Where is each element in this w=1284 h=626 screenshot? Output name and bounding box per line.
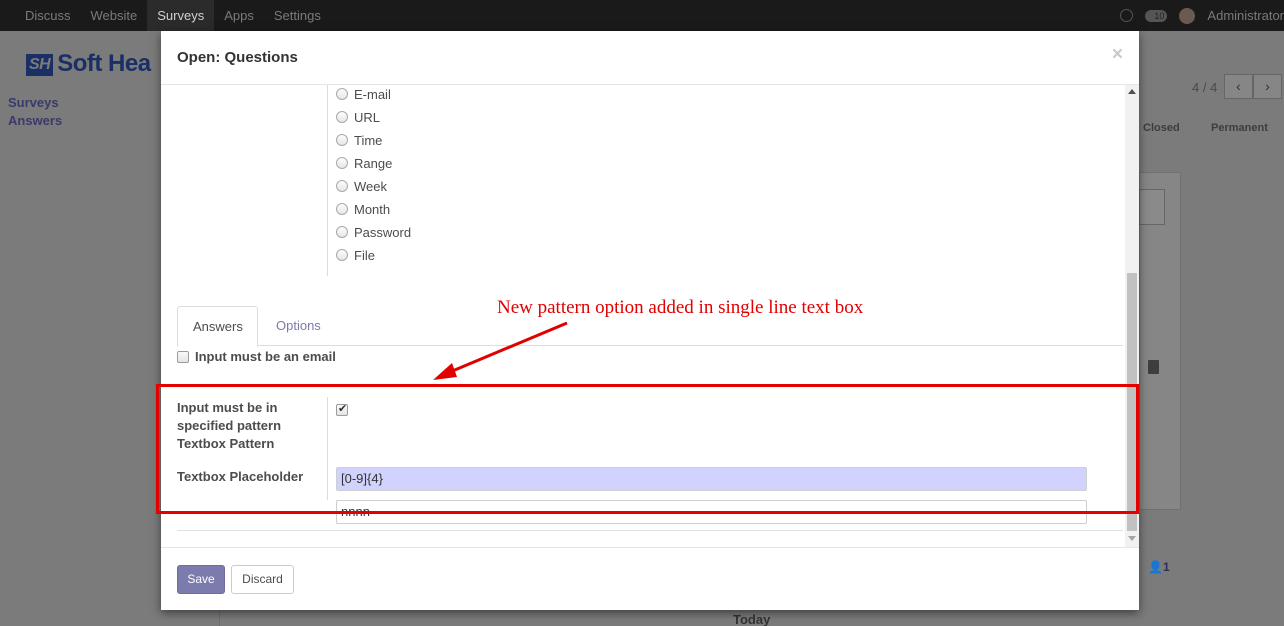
app-menu: Discuss Website Surveys Apps Settings [15,0,331,31]
top-navbar: Discuss Website Surveys Apps Settings 10… [0,0,1284,31]
status-permanent[interactable]: Permanent [1211,122,1268,134]
company-logo: SH Soft Hea [26,50,151,78]
radio-button[interactable] [336,88,348,100]
textbox-pattern-input[interactable]: [0-9]{4} [336,467,1087,491]
sidebar-menu: Surveys Answers [8,94,62,130]
pattern-checkbox-label: Input must be in specified pattern [177,400,282,433]
pattern-checkbox[interactable] [336,402,348,416]
logo-text: Soft Hea [57,50,151,77]
radio-label: Password [354,224,412,240]
follower-count[interactable]: 👤1 [1148,560,1170,574]
radio-option-month[interactable]: Month [336,200,390,218]
sidebar-item-answers[interactable]: Answers [8,112,62,130]
questions-dialog: Open: Questions × E-mail URL Time Range … [161,31,1139,610]
scroll-down-icon[interactable] [1128,536,1136,541]
radio-label: URL [354,109,381,125]
tab-answers[interactable]: Answers [177,306,258,347]
radio-label: Range [354,155,393,171]
field-divider [327,397,328,500]
discard-button[interactable]: Discard [231,565,294,594]
radio-option-password[interactable]: Password [336,223,411,241]
email-checkbox[interactable] [177,350,189,363]
field-divider [327,85,328,276]
navbar-systray: 10 Administrator [1120,0,1284,31]
dialog-footer: Save Discard [161,547,1139,610]
radio-label: File [354,247,375,263]
radio-option-week[interactable]: Week [336,177,387,195]
radio-label: E-mail [354,86,391,102]
logo-mark: SH [26,53,54,76]
radio-option-time[interactable]: Time [336,131,382,149]
trash-icon[interactable] [1148,360,1159,374]
clock-icon[interactable] [1120,9,1134,22]
nav-discuss[interactable]: Discuss [15,0,81,31]
today-label: Today [733,612,771,626]
radio-option-file[interactable]: File [336,246,375,264]
chat-icon[interactable]: 10 [1145,9,1168,22]
radio-button[interactable] [336,226,348,238]
textbox-pattern-label: Textbox Pattern [177,436,275,451]
dialog-title: Open: Questions [177,49,298,66]
email-option-row: Input must be an email [177,349,336,364]
annotation-text: New pattern option added in single line … [497,297,864,318]
pager-next-button[interactable]: › [1253,74,1282,99]
nav-website[interactable]: Website [81,0,148,31]
radio-label: Week [354,178,387,194]
radio-button[interactable] [336,180,348,192]
radio-label: Month [354,201,391,217]
section-divider [177,530,1123,531]
email-checkbox-label: Input must be an email [195,349,336,364]
avatar[interactable] [1179,7,1196,24]
status-closed[interactable]: Closed [1143,122,1180,134]
follower-count-value: 1 [1162,560,1170,574]
tab-options[interactable]: Options [261,306,336,346]
dialog-scrollbar[interactable] [1125,85,1139,547]
radio-option-url[interactable]: URL [336,108,380,126]
save-button[interactable]: Save [177,565,225,594]
user-menu[interactable]: Administrator [1207,8,1284,23]
radio-button[interactable] [336,157,348,169]
radio-option-range[interactable]: Range [336,154,392,172]
textbox-placeholder-input[interactable]: nnnn [336,500,1087,524]
radio-button[interactable] [336,134,348,146]
dialog-header: Open: Questions × [161,31,1139,85]
form-field-box [1139,189,1165,225]
radio-button[interactable] [336,249,348,261]
radio-option-email[interactable]: E-mail [336,85,391,103]
radio-button[interactable] [336,203,348,215]
pager-previous-button[interactable]: ‹ [1224,74,1253,99]
scroll-up-icon[interactable] [1128,89,1136,94]
pager-value: 4 / 4 [1192,80,1218,95]
radio-button[interactable] [336,111,348,123]
nav-settings[interactable]: Settings [264,0,331,31]
nav-apps[interactable]: Apps [214,0,264,31]
close-icon[interactable]: × [1112,44,1123,66]
user-icon: 👤 [1148,560,1163,574]
textbox-placeholder-label: Textbox Placeholder [177,469,304,484]
sidebar-item-surveys[interactable]: Surveys [8,94,62,112]
radio-label: Time [354,132,383,148]
nav-surveys[interactable]: Surveys [147,0,215,31]
scroll-thumb[interactable] [1127,273,1137,531]
